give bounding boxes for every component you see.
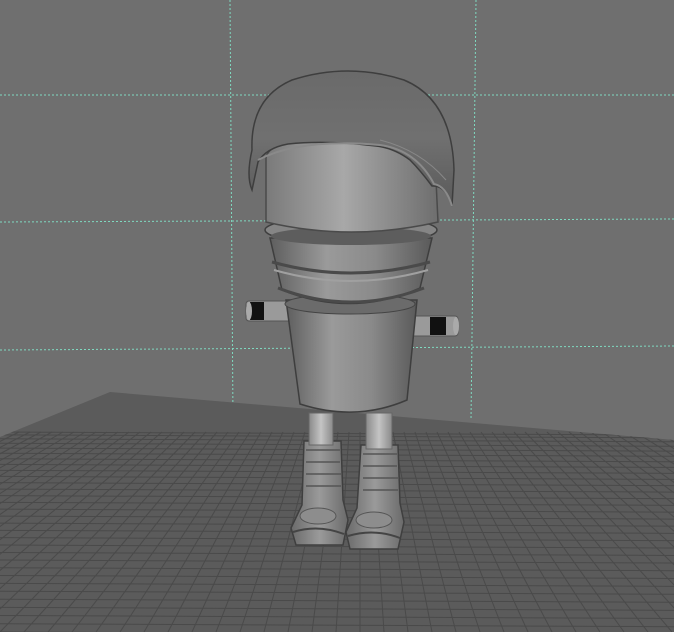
viewport-scene[interactable] [0,0,674,632]
3d-viewport[interactable] [0,0,674,632]
right-leg[interactable] [365,412,393,450]
torso-cone[interactable] [284,293,418,413]
left-leg[interactable] [308,412,334,446]
